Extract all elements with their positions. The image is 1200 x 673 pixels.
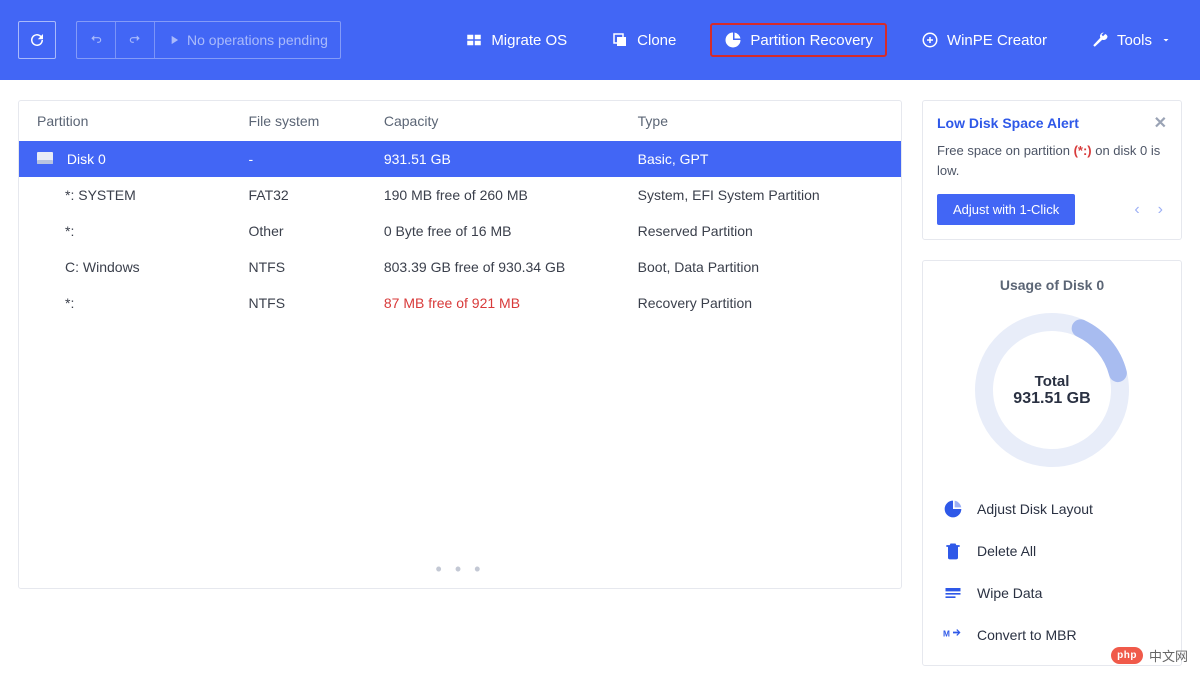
- table-row[interactable]: C: Windows NTFS 803.39 GB free of 930.34…: [19, 249, 901, 285]
- usage-donut: Total 931.51 GB: [967, 305, 1137, 475]
- svg-text:M: M: [943, 629, 950, 639]
- total-label: Total: [1035, 373, 1070, 390]
- undo-button[interactable]: [77, 22, 116, 58]
- refresh-button[interactable]: [18, 21, 56, 59]
- operations-group: No operations pending: [76, 21, 341, 59]
- watermark: php 中文网: [1111, 646, 1188, 665]
- table-row[interactable]: *: Other 0 Byte free of 16 MB Reserved P…: [19, 213, 901, 249]
- disk-row[interactable]: Disk 0 - 931.51 GB Basic, GPT: [19, 141, 901, 177]
- table-row[interactable]: *: NTFS 87 MB free of 921 MB Recovery Pa…: [19, 285, 901, 321]
- plus-circle-icon: [921, 31, 939, 49]
- redo-button[interactable]: [116, 22, 155, 58]
- low-disk-alert: Low Disk Space Alert ✕ Free space on par…: [922, 100, 1182, 240]
- resize-handle[interactable]: • • •: [19, 551, 901, 588]
- col-capacity: Capacity: [384, 113, 638, 129]
- table-row[interactable]: *: SYSTEM FAT32 190 MB free of 260 MB Sy…: [19, 177, 901, 213]
- convert-to-mbr-button[interactable]: M Convert to MBR: [943, 625, 1161, 645]
- redo-icon: [128, 33, 142, 47]
- toolbar: No operations pending Migrate OS Clone P…: [0, 0, 1200, 80]
- alert-next-button[interactable]: ›: [1154, 201, 1167, 219]
- total-value: 931.51 GB: [1013, 390, 1090, 408]
- usage-title: Usage of Disk 0: [937, 277, 1167, 293]
- close-alert-button[interactable]: ✕: [1154, 113, 1167, 133]
- apply-button[interactable]: No operations pending: [155, 22, 340, 58]
- play-icon: [167, 33, 181, 47]
- adjust-one-click-button[interactable]: Adjust with 1-Click: [937, 194, 1075, 225]
- partition-recovery-button[interactable]: Partition Recovery: [710, 23, 887, 57]
- wipe-data-button[interactable]: Wipe Data: [943, 583, 1161, 603]
- alert-prev-button[interactable]: ‹: [1130, 201, 1143, 219]
- usage-card: Usage of Disk 0 Total 931.51 GB Adjust D…: [922, 260, 1182, 666]
- wipe-icon: [943, 583, 963, 603]
- clone-button[interactable]: Clone: [601, 25, 686, 55]
- col-filesystem: File system: [249, 113, 384, 129]
- undo-icon: [89, 33, 103, 47]
- migrate-os-button[interactable]: Migrate OS: [455, 25, 577, 55]
- refresh-icon: [28, 31, 46, 49]
- delete-all-button[interactable]: Delete All: [943, 541, 1161, 561]
- pie-icon: [943, 499, 963, 519]
- alert-title: Low Disk Space Alert: [937, 115, 1079, 131]
- partitions-table: Partition File system Capacity Type Disk…: [18, 100, 902, 589]
- adjust-disk-layout-button[interactable]: Adjust Disk Layout: [943, 499, 1161, 519]
- disk-icon: [37, 151, 53, 167]
- wrench-icon: [1091, 31, 1109, 49]
- tools-menu[interactable]: Tools: [1081, 25, 1182, 55]
- table-header: Partition File system Capacity Type: [19, 101, 901, 141]
- pending-label: No operations pending: [187, 32, 328, 48]
- pie-icon: [724, 31, 742, 49]
- convert-icon: M: [943, 625, 963, 645]
- alert-message: Free space on partition (*:) on disk 0 i…: [937, 141, 1167, 180]
- winpe-creator-button[interactable]: WinPE Creator: [911, 25, 1057, 55]
- chevron-down-icon: [1160, 34, 1172, 46]
- col-partition: Partition: [37, 113, 249, 129]
- col-type: Type: [638, 113, 883, 129]
- windows-icon: [465, 31, 483, 49]
- clone-icon: [611, 31, 629, 49]
- trash-icon: [943, 541, 963, 561]
